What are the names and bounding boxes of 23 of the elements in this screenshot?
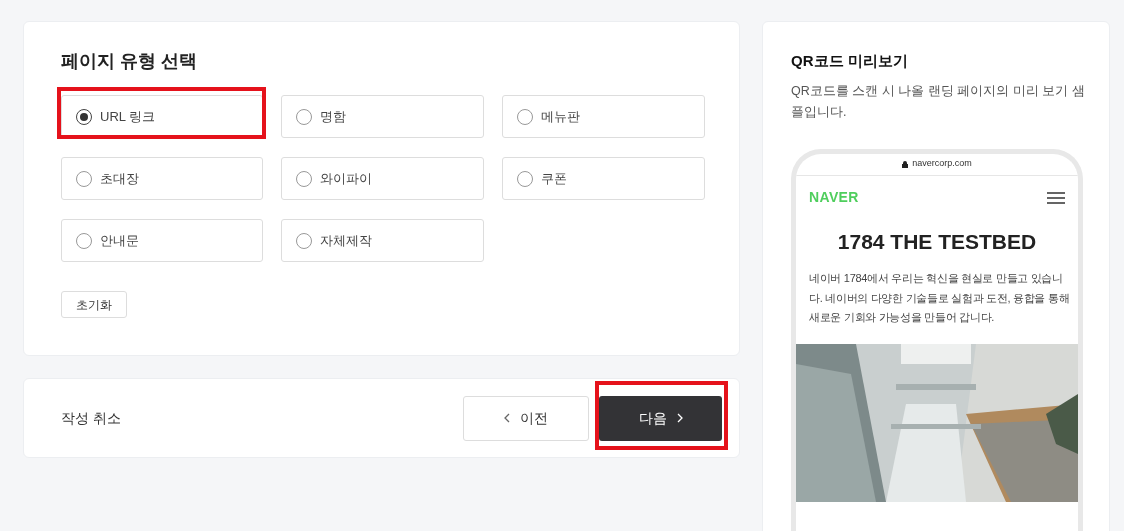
preview-description: QR코드를 스캔 시 나올 랜딩 페이지의 미리 보기 샘플입니다. — [791, 82, 1086, 121]
section-title: 페이지 유형 선택 — [61, 50, 198, 73]
naver-logo: NAVER — [809, 188, 859, 207]
radio-option[interactable]: 쿠폰 — [502, 157, 705, 200]
chevron-right-icon — [676, 413, 683, 423]
reset-button[interactable]: 초기화 — [61, 291, 127, 318]
radio-option[interactable]: 명함 — [281, 95, 484, 138]
page-heading: 1784 THE TESTBED — [836, 228, 1038, 255]
page-body-text: 네이버 1784에서 우리는 혁신을 현실로 만들고 있습니다. 네이버의 다양한 기술들로 실험과 도전, 융합을 통해 새로운 기회와 가능성을 만들어 갑니다. — [808, 271, 1071, 325]
radio-option[interactable]: 자체제작 — [281, 219, 484, 262]
url-text: navercorp.com — [912, 157, 972, 171]
menu-icon[interactable] — [1047, 191, 1065, 204]
radio-option[interactable]: 메뉴판 — [502, 95, 705, 138]
radio-option[interactable]: URL 링크 — [61, 95, 263, 138]
radio-option[interactable]: 와이파이 — [281, 157, 484, 200]
radio-option[interactable]: 초대장 — [61, 157, 263, 200]
previous-button[interactable]: 이전 — [463, 395, 589, 441]
chevron-left-icon — [504, 413, 510, 423]
cancel-link[interactable]: 작성 취소 — [61, 407, 121, 429]
next-button[interactable]: 다음 — [599, 395, 722, 441]
lock-icon — [902, 160, 909, 168]
radio-option[interactable]: 안내문 — [61, 219, 263, 262]
preview-title: QR코드 미리보기 — [791, 51, 909, 71]
